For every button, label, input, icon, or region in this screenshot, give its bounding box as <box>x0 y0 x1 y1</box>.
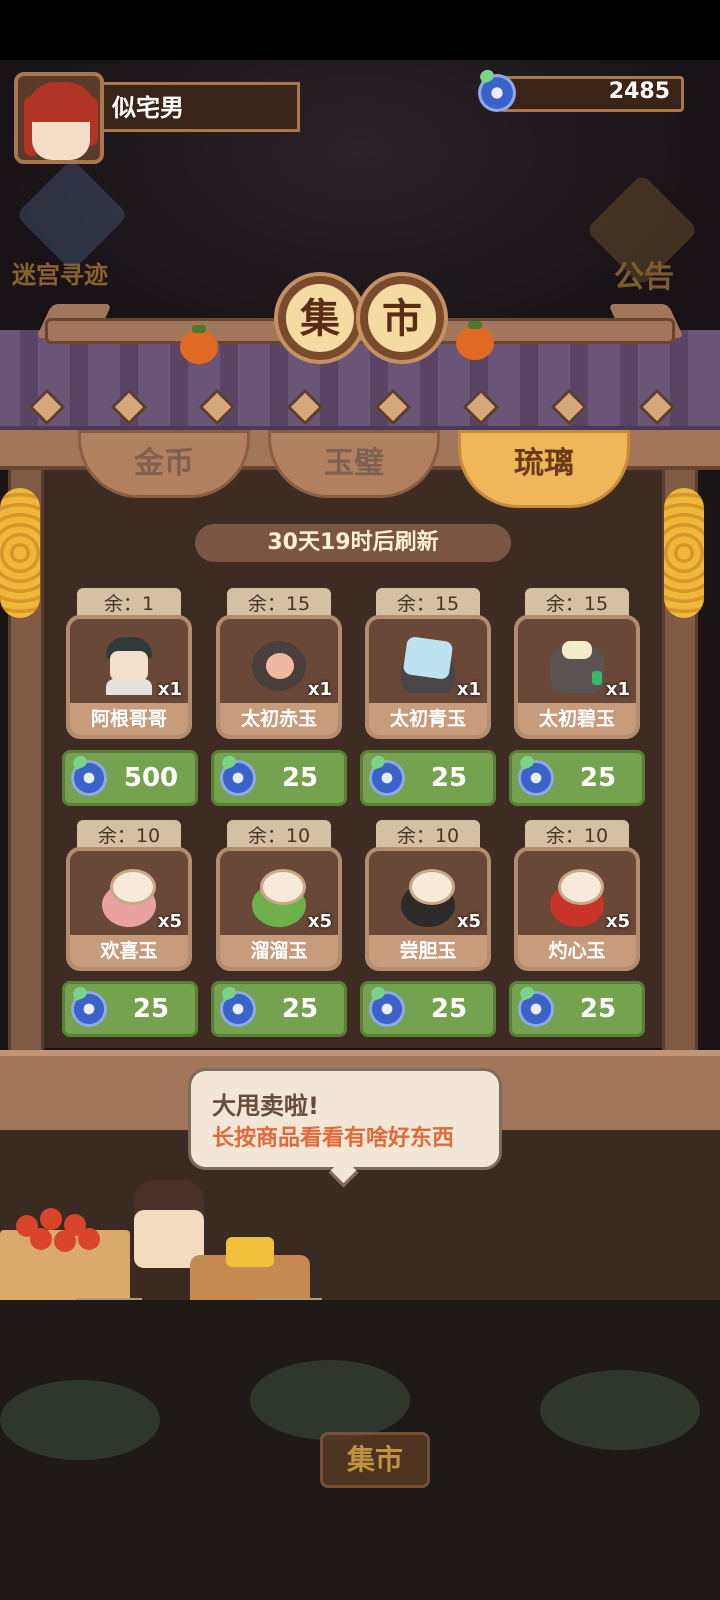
market-stall-decoration <box>0 1380 160 1460</box>
item-name: 灼心玉 <box>518 935 636 967</box>
price-value: 25 <box>281 994 319 1024</box>
price-button[interactable]: 25 <box>62 981 198 1037</box>
player-avatar[interactable] <box>14 72 104 164</box>
price-button[interactable]: 25 <box>360 981 496 1037</box>
price-value: 25 <box>430 994 468 1024</box>
item-quantity: x5 <box>307 911 332 932</box>
price-button[interactable]: 25 <box>211 981 347 1037</box>
tab-glaze[interactable]: 琉璃 <box>458 430 630 508</box>
glaze-coin-icon <box>478 67 516 112</box>
bubble-headline: 大甩卖啦! <box>212 1092 319 1120</box>
maze-event-label: 迷宫寻迹 <box>12 261 108 289</box>
item-name: 欢喜玉 <box>70 935 188 967</box>
item-card[interactable]: x1 阿根哥哥 <box>66 615 192 739</box>
bubble-hint: 长按商品看看有啥好东西 <box>212 1126 455 1151</box>
item-card[interactable]: x5 溜溜玉 <box>216 847 342 971</box>
pink-jade-disc-icon <box>100 869 158 927</box>
item-name: 溜溜玉 <box>220 935 338 967</box>
shop-title-char: 集 <box>278 276 362 360</box>
character-portrait-icon <box>100 637 158 695</box>
glaze-coin-icon <box>71 984 107 1027</box>
item-name: 太初青玉 <box>369 703 487 735</box>
notice-button[interactable]: 公告 <box>585 173 702 295</box>
glaze-coin-icon <box>71 753 107 796</box>
item-quantity: x1 <box>157 679 182 700</box>
price-value: 25 <box>430 763 468 793</box>
price-value: 25 <box>281 763 319 793</box>
gold-ingot-icon <box>226 1237 274 1267</box>
price-value: 25 <box>132 994 170 1024</box>
item-card[interactable]: x1 太初碧玉 <box>514 615 640 739</box>
blue-jade-ore-icon <box>399 635 457 695</box>
persimmon-decoration <box>456 321 494 360</box>
price-value: 25 <box>579 763 617 793</box>
item-name: 太初碧玉 <box>518 703 636 735</box>
item-quantity: x5 <box>605 911 630 932</box>
corn-decoration <box>0 488 40 618</box>
price-button[interactable]: 25 <box>211 750 347 806</box>
glaze-coin-icon <box>518 984 554 1027</box>
glaze-coin-icon <box>220 984 256 1027</box>
currency-amount: 2485 <box>608 79 670 104</box>
maze-event-button[interactable]: 迷宫寻迹 <box>10 158 129 289</box>
status-bar <box>0 0 720 60</box>
market-nav-button[interactable]: 集市 <box>320 1432 430 1488</box>
glaze-coin-icon <box>220 753 256 796</box>
black-jade-disc-icon <box>399 869 457 927</box>
green-jade-disc-icon <box>250 869 308 927</box>
notice-label: 公告 <box>614 260 674 295</box>
player-name: 似宅男 <box>112 94 184 122</box>
red-jade-disc-icon <box>548 869 606 927</box>
persimmon-decoration <box>180 325 218 364</box>
price-button[interactable]: 25 <box>360 750 496 806</box>
item-card[interactable]: x5 灼心玉 <box>514 847 640 971</box>
item-card[interactable]: x1 太初赤玉 <box>216 615 342 739</box>
item-quantity: x5 <box>456 911 481 932</box>
item-name: 阿根哥哥 <box>70 703 188 735</box>
refresh-timer: 30天19时后刷新 <box>195 524 511 562</box>
price-button[interactable]: 25 <box>509 981 645 1037</box>
price-value: 500 <box>123 763 179 793</box>
glaze-coin-icon <box>369 753 405 796</box>
item-quantity: x1 <box>605 679 630 700</box>
item-card[interactable]: x5 尝胆玉 <box>365 847 491 971</box>
item-quantity: x1 <box>456 679 481 700</box>
glaze-coin-icon <box>369 984 405 1027</box>
price-button[interactable]: 500 <box>62 750 198 806</box>
item-name: 太初赤玉 <box>220 703 338 735</box>
green-jade-ore-icon <box>548 637 606 695</box>
item-card[interactable]: x5 欢喜玉 <box>66 847 192 971</box>
glaze-coin-icon <box>518 753 554 796</box>
item-quantity: x1 <box>307 679 332 700</box>
price-button[interactable]: 25 <box>509 750 645 806</box>
corn-decoration <box>664 488 704 618</box>
shop-title-char: 市 <box>360 276 444 360</box>
price-value: 25 <box>579 994 617 1024</box>
item-name: 尝胆玉 <box>369 935 487 967</box>
item-quantity: x5 <box>157 911 182 932</box>
item-card[interactable]: x1 太初青玉 <box>365 615 491 739</box>
red-jade-ore-icon <box>250 637 308 695</box>
